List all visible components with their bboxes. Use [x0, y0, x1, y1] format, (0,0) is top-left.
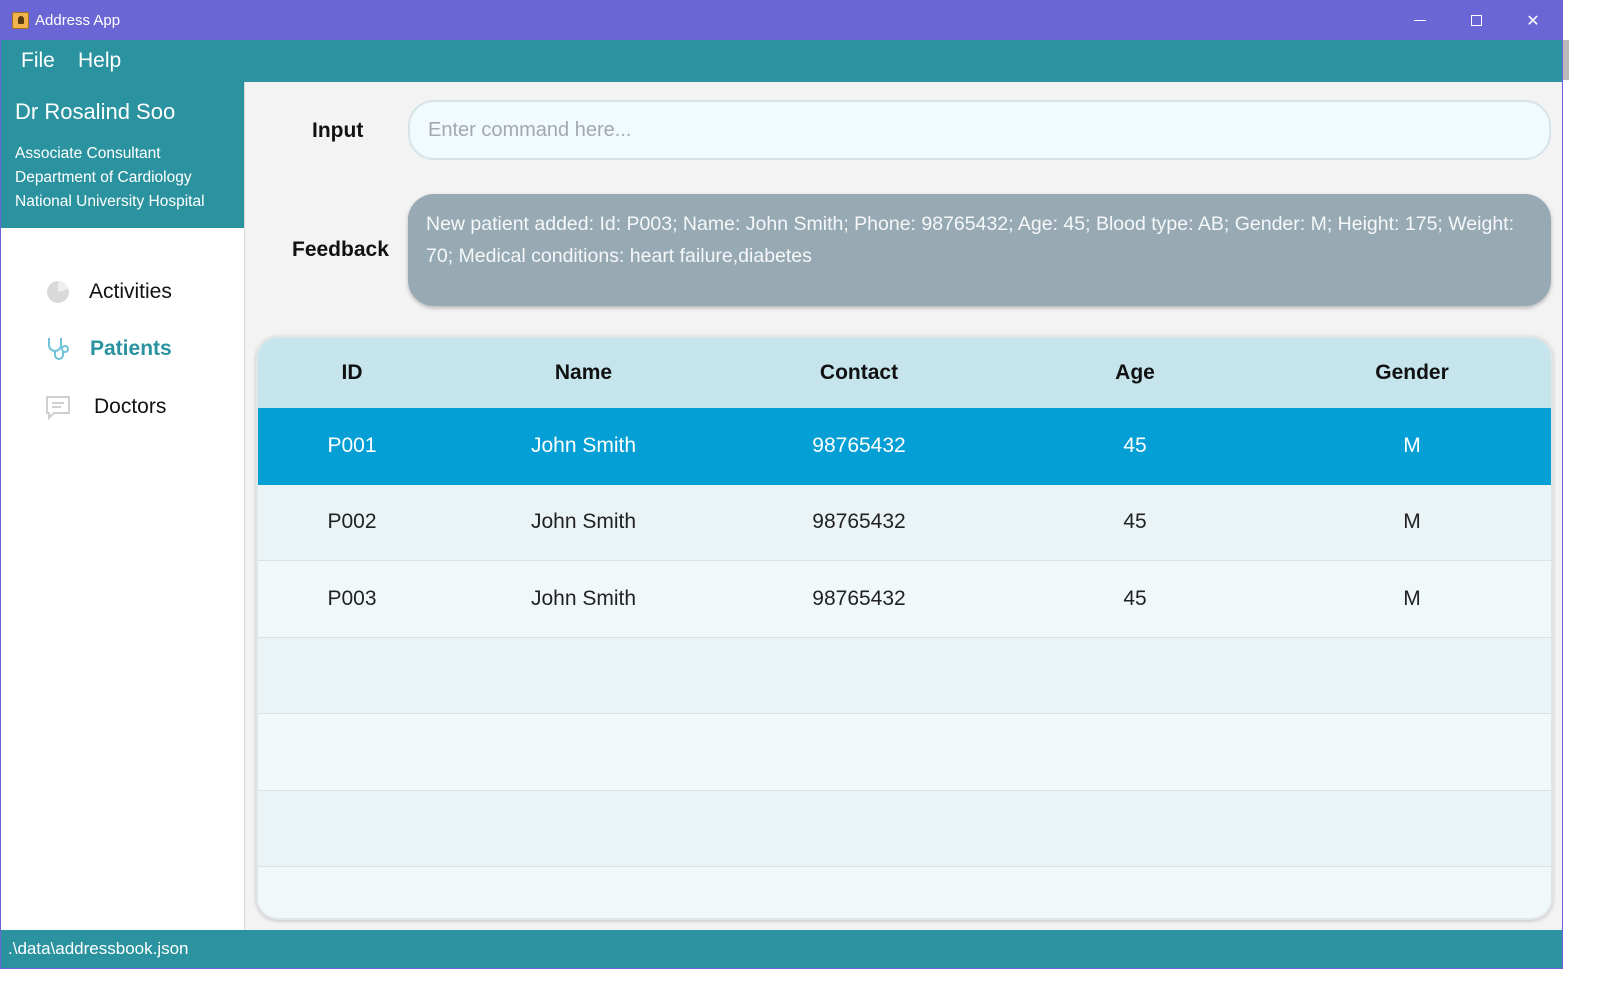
empty-row	[258, 790, 1551, 867]
title-bar[interactable]: Address App ✕	[1, 1, 1562, 40]
minimize-icon	[1414, 20, 1426, 21]
cell-id: P003	[327, 586, 377, 610]
stethoscope-icon	[48, 338, 69, 360]
close-icon: ✕	[1526, 11, 1540, 30]
sidebar-item-label: Doctors	[94, 395, 167, 418]
cell-age: 45	[1123, 586, 1147, 610]
desktop-background	[1563, 0, 1614, 997]
data-file-path: .\data\addressbook.json	[8, 939, 189, 958]
cell-gender: M	[1403, 586, 1421, 610]
main-panel: Input Feedback New patient added: Id: P0…	[246, 82, 1562, 930]
chat-bubble-icon	[46, 396, 70, 420]
cell-id: P002	[327, 510, 377, 534]
doctor-hospital: National University Hospital	[15, 193, 205, 210]
cell-id: P001	[327, 433, 377, 457]
table-row[interactable]: P001 John Smith 98765432 45 M	[258, 408, 1551, 485]
cell-name: John Smith	[530, 433, 637, 457]
app-window: Address App ✕ File Help Dr Rosalind Soo …	[0, 0, 1563, 969]
patient-table[interactable]: ID Name Contact Age Gender P001 John Smi…	[256, 336, 1553, 920]
command-input[interactable]	[408, 100, 1551, 160]
window-title: Address App	[35, 12, 121, 29]
empty-row	[258, 637, 1551, 714]
desktop-background-bottom	[0, 969, 1614, 997]
cell-name: John Smith	[530, 586, 637, 610]
cell-gender: M	[1403, 510, 1421, 534]
maximize-icon	[1470, 15, 1482, 26]
minimize-button[interactable]	[1392, 1, 1448, 40]
empty-row	[258, 867, 1551, 918]
cell-contact: 98765432	[812, 510, 906, 534]
feedback-label: Feedback	[292, 238, 389, 261]
maximize-button[interactable]	[1448, 1, 1504, 40]
sidebar-item-label: Patients	[90, 337, 172, 360]
doctor-name: Dr Rosalind Soo	[15, 99, 176, 124]
table-row[interactable]: P002 John Smith 98765432 45 M	[258, 484, 1551, 561]
cell-name: John Smith	[530, 510, 637, 534]
sidebar: Dr Rosalind Soo Associate Consultant Dep…	[1, 82, 245, 930]
table-body: P001 John Smith 98765432 45 M P002 John …	[258, 408, 1551, 918]
feedback-display: New patient added: Id: P003; Name: John …	[408, 194, 1551, 306]
doctor-title: Associate Consultant	[15, 145, 161, 162]
menu-file[interactable]: File	[21, 49, 55, 73]
column-header-name[interactable]: Name	[446, 338, 721, 408]
address-book-icon	[12, 12, 29, 29]
table-row[interactable]: P003 John Smith 98765432 45 M	[258, 561, 1551, 638]
cell-contact: 98765432	[812, 586, 906, 610]
adjacent-window-edge	[1563, 40, 1569, 80]
column-header-gender[interactable]: Gender	[1273, 338, 1551, 408]
cell-age: 45	[1123, 510, 1147, 534]
close-button[interactable]: ✕	[1505, 1, 1561, 40]
sidebar-item-doctors[interactable]: Doctors	[1, 386, 244, 430]
cell-contact: 98765432	[812, 433, 906, 457]
table-header: ID Name Contact Age Gender	[258, 338, 1551, 408]
status-bar: .\data\addressbook.json	[1, 930, 1562, 968]
input-label: Input	[312, 119, 364, 142]
pie-chart-icon	[47, 281, 69, 303]
empty-row	[258, 714, 1551, 791]
doctor-department: Department of Cardiology	[15, 169, 192, 186]
column-header-contact[interactable]: Contact	[721, 338, 997, 408]
cell-gender: M	[1403, 433, 1421, 457]
sidebar-item-label: Activities	[89, 280, 172, 303]
menu-help[interactable]: Help	[78, 49, 121, 73]
menu-bar: File Help	[1, 40, 1562, 82]
doctor-profile: Dr Rosalind Soo Associate Consultant Dep…	[1, 82, 244, 228]
column-header-id[interactable]: ID	[258, 338, 446, 408]
cell-age: 45	[1123, 433, 1147, 457]
column-header-age[interactable]: Age	[997, 338, 1273, 408]
sidebar-item-patients[interactable]: Patients	[1, 328, 244, 372]
sidebar-item-activities[interactable]: Activities	[1, 271, 244, 315]
